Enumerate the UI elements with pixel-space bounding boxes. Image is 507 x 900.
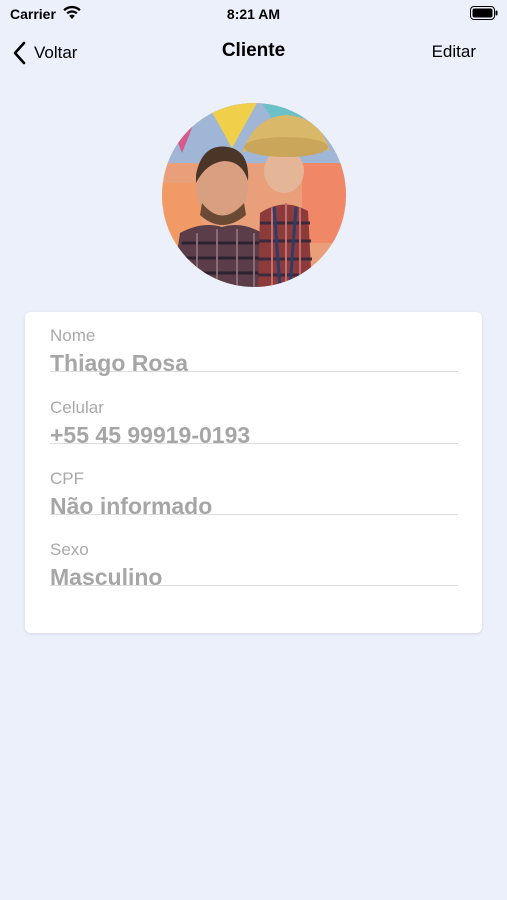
avatar[interactable]: [162, 103, 346, 287]
phone-label: Celular: [50, 398, 104, 417]
gender-label: Sexo: [50, 540, 89, 559]
name-label: Nome: [50, 326, 96, 345]
cpf-label: CPF: [50, 469, 84, 488]
battery-icon: [470, 6, 498, 20]
cpf-field: CPF Não informado: [50, 443, 458, 519]
phone-field: Celular +55 45 99919-0193: [50, 372, 458, 448]
status-time: 8:21 AM: [226, 6, 281, 22]
name-field: Nome Thiago Rosa: [50, 300, 458, 376]
client-info-card: Nome Thiago Rosa Celular +55 45 99919-01…: [25, 312, 482, 633]
avatar-photo: [162, 103, 346, 287]
gender-value: Masculino: [50, 564, 163, 590]
status-bar: Carrier 8:21 AM: [0, 0, 507, 28]
gender-field: Sexo Masculino: [50, 514, 458, 590]
navigation-bar: Voltar Cliente Editar: [0, 28, 507, 80]
edit-button[interactable]: Editar: [432, 42, 476, 62]
